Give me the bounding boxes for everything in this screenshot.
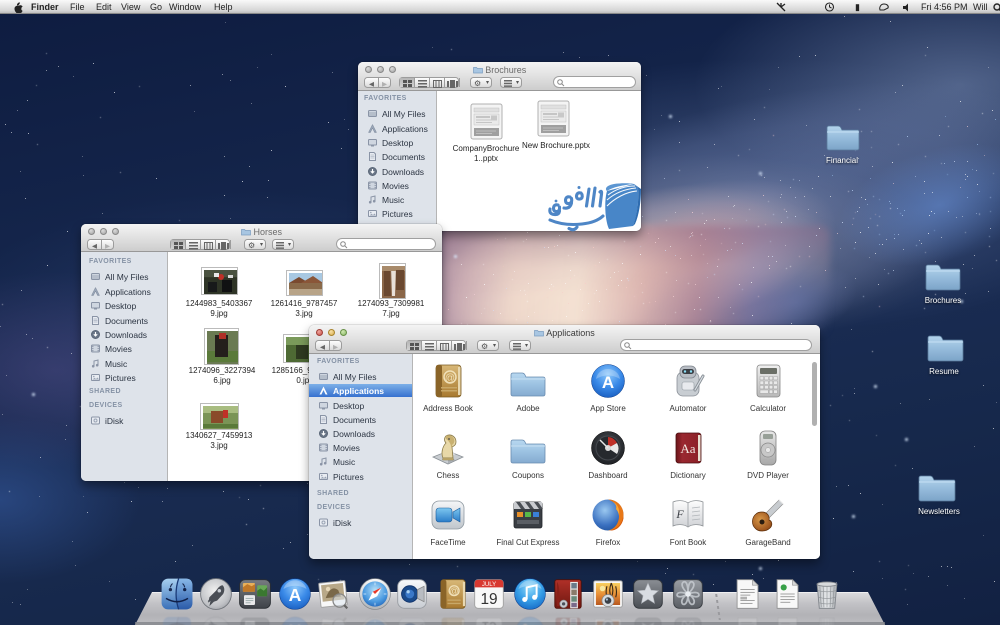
svg-text:A: A <box>602 373 614 392</box>
svg-text:A: A <box>289 621 301 625</box>
svg-text:19: 19 <box>481 619 497 625</box>
svg-text:F: F <box>675 507 684 521</box>
svg-text:A: A <box>289 585 302 605</box>
svg-text:JULY: JULY <box>482 582 496 588</box>
svg-text:Aa: Aa <box>680 441 695 456</box>
svg-text:@: @ <box>450 586 459 596</box>
svg-text:@: @ <box>445 373 455 384</box>
svg-text:19: 19 <box>480 591 497 608</box>
